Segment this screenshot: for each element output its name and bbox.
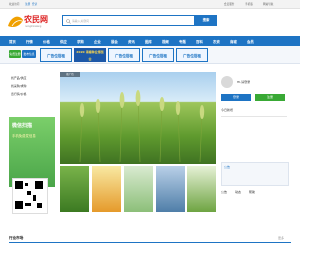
menu-item-purchase[interactable]: 找采购/求购 bbox=[11, 84, 26, 88]
nav-item[interactable]: 求购 bbox=[77, 39, 84, 44]
section-divider bbox=[9, 242, 291, 243]
nav-item[interactable]: 价格 bbox=[43, 39, 50, 44]
register-button[interactable]: 注册 bbox=[255, 94, 285, 101]
hero-banner[interactable] bbox=[60, 72, 216, 164]
avatar bbox=[221, 76, 233, 88]
ad-slot[interactable]: 广告位招租 bbox=[176, 48, 208, 62]
nav-item[interactable]: 首页 bbox=[9, 39, 16, 44]
site-nav-link[interactable]: 网站导航 bbox=[263, 2, 273, 6]
wechat-banner[interactable]: 微信扫描 手机免费发信息 bbox=[9, 117, 55, 187]
post-info-button[interactable]: 发布信息 bbox=[22, 50, 36, 58]
search-button[interactable]: 搜索 bbox=[195, 15, 217, 26]
tab-notice[interactable]: 公告 bbox=[221, 190, 227, 194]
login-button[interactable]: 登录 bbox=[221, 94, 251, 101]
nav-item[interactable]: 专题 bbox=[179, 39, 186, 44]
wheat-field-image bbox=[79, 90, 205, 163]
nav-item[interactable]: 图库 bbox=[145, 39, 152, 44]
nav-item[interactable]: 商城 bbox=[230, 39, 237, 44]
menu-item-price[interactable]: 查行情/价格 bbox=[11, 92, 26, 96]
ad-slot[interactable]: 广告位招租 bbox=[142, 48, 174, 62]
notice-box: 公告 bbox=[221, 162, 289, 186]
logo[interactable]: 农民网 nongminwang bbox=[7, 11, 51, 35]
thumbnail[interactable] bbox=[156, 166, 185, 212]
login-link[interactable]: 登录 bbox=[32, 2, 37, 6]
nav-item[interactable]: 会员 bbox=[247, 39, 254, 44]
tab-news[interactable]: 动态 bbox=[235, 190, 241, 194]
welcome-text: 欢迎访问 bbox=[9, 3, 20, 6]
thumbnail[interactable] bbox=[187, 166, 216, 212]
banner-subtitle: 手机免费发信息 bbox=[12, 134, 36, 138]
logo-text: 农民网 bbox=[24, 14, 48, 24]
divider bbox=[221, 116, 287, 117]
qr-code bbox=[12, 178, 48, 214]
ad-slot[interactable]: 广告位招租 bbox=[108, 48, 140, 62]
stats-title: 今日新增 bbox=[221, 108, 234, 112]
ad-expo[interactable]: 2020 海南种业博览会 bbox=[74, 48, 106, 62]
nav-item[interactable]: 农资 bbox=[213, 39, 220, 44]
qr-icon bbox=[15, 181, 43, 209]
top-bar: 欢迎访问 注册 登录 会员服务 手机版 网站导航 bbox=[0, 0, 300, 9]
hero-tag: 推广位 bbox=[60, 72, 80, 77]
thumbnail-row bbox=[60, 166, 216, 212]
search-icon bbox=[66, 18, 71, 24]
main-nav: 首页 行情 价格 供应 求购 企业 展会 资讯 图库 视频 专题 百科 农资 商… bbox=[0, 36, 300, 46]
tab-help[interactable]: 帮助 bbox=[249, 190, 255, 194]
notice-title: 公告 bbox=[224, 165, 231, 169]
mobile-link[interactable]: 手机版 bbox=[245, 2, 253, 6]
nav-item[interactable]: 资讯 bbox=[128, 39, 135, 44]
thumbnail[interactable] bbox=[92, 166, 121, 212]
nav-item[interactable]: 行情 bbox=[26, 39, 33, 44]
welcome-user: HI,请登录 bbox=[237, 80, 251, 84]
search-input[interactable]: 请输入关键词 bbox=[62, 15, 195, 26]
thumbnail[interactable] bbox=[124, 166, 153, 212]
nav-item[interactable]: 百科 bbox=[196, 39, 203, 44]
nav-item[interactable]: 企业 bbox=[94, 39, 101, 44]
register-link[interactable]: 注册 bbox=[25, 2, 30, 6]
logo-subtext: nongminwang bbox=[25, 25, 42, 28]
menu-item-supply[interactable]: 找产品/供应 bbox=[11, 76, 26, 80]
banner-title: 微信扫描 bbox=[12, 123, 33, 129]
nav-item[interactable]: 供应 bbox=[60, 39, 67, 44]
thumbnail[interactable] bbox=[60, 166, 89, 212]
ad-slot[interactable]: 广告位招租 bbox=[40, 48, 72, 62]
search-placeholder: 请输入关键词 bbox=[72, 19, 89, 23]
nav-item[interactable]: 展会 bbox=[111, 39, 118, 44]
nav-item[interactable]: 视频 bbox=[162, 39, 169, 44]
section-title: 行业市场 bbox=[9, 236, 24, 240]
right-panel: HI,请登录 登录 注册 今日新增 公告 公告 动态 帮助 bbox=[219, 72, 291, 232]
more-link[interactable]: 更多 bbox=[278, 236, 284, 240]
free-register-button[interactable]: 免费注册 bbox=[9, 50, 21, 58]
member-service-link[interactable]: 会员服务 bbox=[224, 2, 234, 6]
